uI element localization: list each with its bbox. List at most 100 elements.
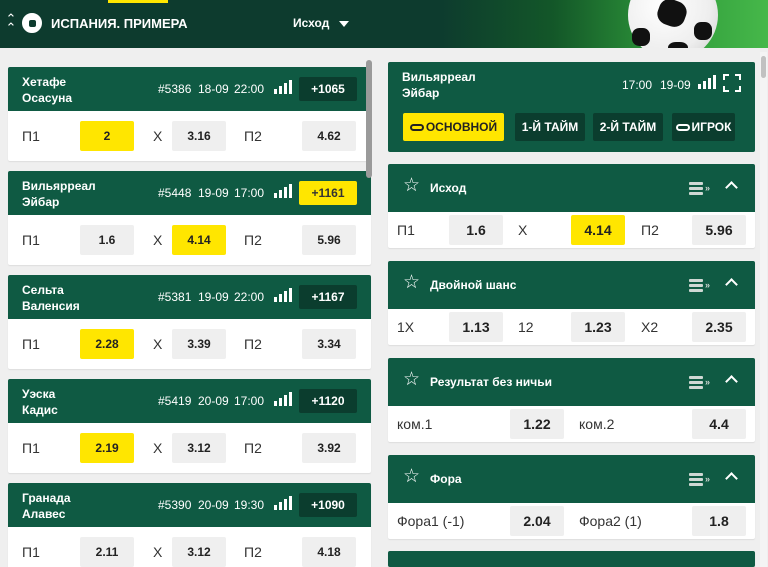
market-dropdown-label: Исход (293, 16, 330, 30)
collapse-arrows-icon[interactable]: ⌃ ⌃ (4, 12, 18, 34)
chevron-up-icon[interactable] (725, 373, 737, 385)
outcome-odd-button[interactable]: 1.23 (571, 312, 625, 342)
odd-p1-button[interactable]: 1.6 (80, 225, 134, 255)
stats-bars-icon[interactable] (274, 80, 292, 94)
outcome-odd-button[interactable]: 4.14 (571, 215, 625, 245)
star-icon[interactable]: ☆ (403, 175, 420, 197)
odd-x-button[interactable]: 3.12 (172, 537, 226, 567)
more-markets-button[interactable]: +1120 (299, 389, 357, 413)
market-header[interactable]: ☆ Исход » (388, 164, 755, 212)
tab-first-half[interactable]: 1-Й ТАЙМ (515, 113, 585, 141)
outcome-odd-button[interactable]: 1.13 (449, 312, 503, 342)
outcome-label: Фора1 (-1) (397, 513, 465, 529)
match-teams[interactable]: Гранада Алавес (22, 490, 71, 522)
odd-x-button[interactable]: 3.39 (172, 329, 226, 359)
x-label: X (153, 544, 163, 560)
tab-second-half[interactable]: 2-Й ТАЙМ (593, 113, 663, 141)
page-scrollbar[interactable] (760, 52, 767, 567)
more-markets-button[interactable]: +1167 (299, 285, 357, 309)
outcome-odd-button[interactable]: 2.04 (510, 506, 564, 536)
match-teams[interactable]: Вильярреал Эйбар (22, 178, 96, 210)
outcome-odd-button[interactable]: 4.4 (692, 409, 746, 439)
p2-label: П2 (244, 544, 262, 560)
star-icon[interactable]: ☆ (403, 272, 420, 294)
market-dropdown[interactable]: Исход (293, 16, 350, 30)
match-header[interactable]: Вильярреал Эйбар #5448 19-09 17:00 +1161 (8, 171, 371, 215)
odd-x-button[interactable]: 3.16 (172, 121, 226, 151)
coins-icon: » (689, 375, 713, 389)
outcome-odd-button[interactable]: 1.6 (449, 215, 503, 245)
outcome-odd-button[interactable]: 1.22 (510, 409, 564, 439)
stats-bars-icon[interactable] (698, 75, 716, 89)
match-header[interactable]: Уэска Кадис #5419 20-09 17:00 +1120 (8, 379, 371, 423)
odd-x-button[interactable]: 4.14 (172, 225, 226, 255)
odd-p1-button[interactable]: 2.11 (80, 537, 134, 567)
p1-label: П1 (22, 128, 40, 144)
match-card[interactable]: Уэска Кадис #5419 20-09 17:00 +1120 П1 2.… (8, 379, 371, 473)
odd-p2-button[interactable]: 3.34 (302, 329, 356, 359)
stats-bars-icon[interactable] (274, 496, 292, 510)
market-outcome: ☆ Исход » П1 1.6 X 4.14 П2 5.96 (388, 164, 755, 248)
stats-bars-icon[interactable] (274, 184, 292, 198)
market-row: ком.1 1.22 ком.2 4.4 (388, 406, 755, 442)
chevron-up-icon[interactable] (725, 179, 737, 191)
match-header[interactable]: Сельта Валенсия #5381 19-09 22:00 +1167 (8, 275, 371, 319)
odd-p2-button[interactable]: 5.96 (302, 225, 356, 255)
match-header[interactable]: Хетафе Осасуна #5386 18-09 22:00 +1065 (8, 67, 371, 111)
market-row: 1X 1.13 12 1.23 X2 2.35 (388, 309, 755, 345)
star-icon[interactable]: ☆ (403, 466, 420, 488)
odd-p2-button[interactable]: 4.18 (302, 537, 356, 567)
outcome-label: ком.1 (397, 416, 433, 432)
match-card[interactable]: Сельта Валенсия #5381 19-09 22:00 +1167 П… (8, 275, 371, 369)
odd-p1-button[interactable]: 2.19 (80, 433, 134, 463)
coins-icon: » (689, 181, 713, 195)
x-label: X (153, 232, 163, 248)
odd-p2-button[interactable]: 4.62 (302, 121, 356, 151)
odd-x-button[interactable]: 3.12 (172, 433, 226, 463)
tab-player[interactable]: ИГРОК (672, 113, 735, 141)
more-markets-button[interactable]: +1090 (299, 493, 357, 517)
header-banner (438, 0, 768, 48)
match-teams[interactable]: Уэска Кадис (22, 386, 58, 418)
stats-bars-icon[interactable] (274, 288, 292, 302)
market-double-chance: ☆ Двойной шанс » 1X 1.13 12 1.23 X2 2.35 (388, 261, 755, 345)
odd-p2-button[interactable]: 3.92 (302, 433, 356, 463)
outcome-odd-button[interactable]: 5.96 (692, 215, 746, 245)
tab-main[interactable]: ОСНОВНОЙ (403, 113, 504, 141)
match-list[interactable]: Хетафе Осасуна #5386 18-09 22:00 +1065 П1… (0, 48, 376, 567)
home-team: Вильярреал (22, 179, 96, 193)
match-card[interactable]: Хетафе Осасуна #5386 18-09 22:00 +1065 П1… (8, 67, 371, 161)
match-id: #5419 (158, 394, 192, 408)
fullscreen-icon[interactable] (723, 74, 741, 92)
more-markets-button[interactable]: +1065 (299, 77, 357, 101)
market-header[interactable]: ☆ Фора » (388, 455, 755, 503)
chevron-up-icon[interactable] (725, 276, 737, 288)
match-card[interactable]: Гранада Алавес #5390 20-09 19:30 +1090 П1… (8, 483, 371, 567)
outcome-odd-button[interactable]: 1.8 (692, 506, 746, 536)
outcome-label: 1X (397, 319, 415, 335)
match-header[interactable]: Гранада Алавес #5390 20-09 19:30 +1090 (8, 483, 371, 527)
star-icon[interactable]: ☆ (403, 369, 420, 391)
outcome-label: П1 (397, 222, 415, 238)
header-accent-strip (108, 0, 168, 3)
match-time: 17:00 (234, 186, 265, 200)
odd-p1-button[interactable]: 2 (80, 121, 134, 151)
market-next-collapsed[interactable] (388, 551, 755, 567)
stats-bars-icon[interactable] (274, 392, 292, 406)
more-markets-button[interactable]: +1161 (299, 181, 357, 205)
market-draw-no-bet: ☆ Результат без ничьи » ком.1 1.22 ком.2… (388, 358, 755, 442)
market-header[interactable]: ☆ Двойной шанс » (388, 261, 755, 309)
match-teams[interactable]: Хетафе Осасуна (22, 74, 72, 106)
coins-icon: » (689, 472, 713, 486)
odds-row: П1 2 X 3.16 П2 4.62 (8, 111, 371, 161)
match-id: #5386 (158, 82, 192, 96)
outcome-odd-button[interactable]: 2.35 (692, 312, 746, 342)
scrollbar-thumb[interactable] (761, 56, 766, 78)
match-list-scrollbar[interactable] (366, 60, 372, 178)
chevron-up-icon[interactable] (725, 470, 737, 482)
outcome-label: X2 (641, 319, 659, 335)
odd-p1-button[interactable]: 2.28 (80, 329, 134, 359)
match-card[interactable]: Вильярреал Эйбар #5448 19-09 17:00 +1161 … (8, 171, 371, 265)
market-header[interactable]: ☆ Результат без ничьи » (388, 358, 755, 406)
match-teams[interactable]: Сельта Валенсия (22, 282, 80, 314)
